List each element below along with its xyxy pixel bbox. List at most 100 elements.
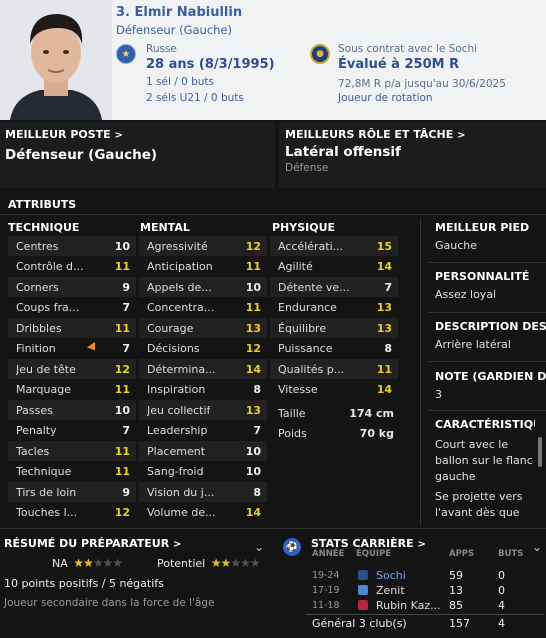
attribute-row[interactable]: Penalty 7 — [8, 421, 136, 441]
attribute-value: 11 — [245, 301, 261, 314]
attribute-label: Qualités p... — [278, 362, 345, 376]
attribute-row[interactable]: Leadership 7 — [139, 421, 267, 441]
attribute-row[interactable]: Contrôle d... 11 — [8, 257, 136, 277]
attribute-value: 11 — [245, 260, 261, 273]
player-nationality[interactable]: Russe — [146, 43, 177, 55]
attribute-label: Endurance — [278, 301, 337, 314]
chevron-right-icon: > — [457, 130, 466, 141]
contract-info[interactable]: Sous contrat avec le Sochi — [338, 43, 477, 55]
attribute-row[interactable]: Volume de... 14 — [139, 503, 267, 523]
attribute-value: 11 — [376, 362, 392, 376]
player-name[interactable]: 3. Elmir Nabiullin — [116, 5, 242, 20]
career-row[interactable]: 17-19 Zenit 13 0 — [312, 583, 542, 597]
attribute-value: 13 — [376, 301, 392, 314]
attribute-value: 9 — [122, 485, 130, 499]
attribute-value: 14 — [245, 506, 261, 519]
attribute-row[interactable]: Technique 11 — [8, 462, 136, 482]
attribute-label: Tacles — [16, 444, 50, 458]
attribute-row[interactable]: Passes 10 — [8, 400, 136, 420]
club-badge-icon[interactable]: ● — [310, 44, 330, 64]
traits-scrollbar[interactable] — [538, 437, 542, 467]
career-apps: 59 — [449, 568, 463, 582]
height-label: Taille — [278, 406, 306, 420]
attribute-row[interactable]: Qualités p... 11 — [270, 359, 398, 379]
attribute-row[interactable]: Jeu collectif 13 — [139, 400, 267, 420]
attribute-row[interactable]: Équilibre 13 — [270, 318, 398, 338]
attribute-row[interactable]: Inspiration 8 — [139, 380, 267, 400]
attribute-row[interactable]: Dribbles 11 — [8, 318, 136, 338]
attribute-row[interactable]: Vitesse 14 — [270, 380, 398, 400]
career-team[interactable]: Rubin Kaz... — [376, 599, 441, 612]
attribute-value: 10 — [114, 403, 130, 417]
attribute-row[interactable]: Agilité 14 — [270, 257, 398, 277]
attribute-row[interactable]: Appels de... 10 — [139, 277, 267, 297]
best-foot-value: Gauche — [435, 239, 478, 252]
attribute-row[interactable]: Centres 10 — [8, 236, 136, 256]
best-role-panel[interactable]: MEILLEURS RÔLE ET TÂCHE > Latéral offens… — [279, 122, 546, 188]
attribute-row[interactable]: Accélérati... 15 — [270, 236, 398, 256]
attribute-row[interactable]: Agressivité 12 — [139, 236, 267, 256]
attribute-row[interactable]: Détermina... 14 — [139, 359, 267, 379]
attribute-row[interactable]: Jeu de tête 12 — [8, 359, 136, 379]
best-position-panel[interactable]: MEILLEUR POSTE > Défenseur (Gauche) — [0, 122, 275, 188]
best-position-value: Défenseur (Gauche) — [5, 147, 158, 163]
attribute-row[interactable]: Anticipation 11 — [139, 257, 267, 277]
traits-title: CARACTÉRISTIQU... — [435, 418, 535, 431]
player-header: 3. Elmir Nabiullin Défenseur (Gauche) ★ … — [0, 0, 546, 120]
attribute-row[interactable]: Vision du j... 8 — [139, 482, 267, 502]
attribute-row[interactable]: Tacles 11 — [8, 441, 136, 461]
star-rating-icon: ★★ — [210, 556, 231, 570]
trait-item: Se projette vers l'avant dès que — [435, 490, 523, 519]
attribute-row[interactable]: Décisions 12 — [139, 339, 267, 359]
attribute-row[interactable]: Touches l... 12 — [8, 503, 136, 523]
chevron-down-icon[interactable]: ⌄ — [532, 540, 542, 554]
coach-note: Joueur secondaire dans la force de l'âge — [4, 597, 215, 609]
career-team[interactable]: Sochi — [376, 569, 406, 582]
attribute-row[interactable]: Puissance 8 — [270, 339, 398, 359]
attribute-row[interactable]: Concentra... 11 — [139, 298, 267, 318]
career-row[interactable]: 19-24 Sochi 59 0 — [312, 568, 542, 582]
attribute-row[interactable]: Endurance 13 — [270, 298, 398, 318]
attribute-label: Agilité — [278, 260, 313, 273]
attribute-value: 14 — [376, 260, 392, 273]
height-row: Taille 174 cm — [270, 403, 400, 423]
attribute-value: 12 — [245, 342, 261, 355]
attribute-label: Volume de... — [147, 506, 216, 519]
coach-report-header[interactable]: RÉSUMÉ DU PRÉPARATEUR > — [4, 537, 181, 550]
attribute-row[interactable]: Placement 10 — [139, 441, 267, 461]
attribute-row[interactable]: Détente ve... 7 — [270, 277, 398, 297]
attribute-row[interactable]: Corners 9 — [8, 277, 136, 297]
attribute-label: Vitesse — [278, 383, 318, 396]
attribute-value: 9 — [122, 280, 130, 294]
career-goals: 0 — [498, 583, 505, 597]
attribute-label: Passes — [16, 403, 53, 417]
attribute-row[interactable]: Finition 7 — [8, 339, 136, 359]
team-header: ÉQUIPE — [356, 549, 392, 559]
attribute-row[interactable]: Sang-froid 10 — [139, 462, 267, 482]
attribute-row[interactable]: Marquage 11 — [8, 380, 136, 400]
career-total-row: Général 3 club(s) 157 4 — [312, 616, 542, 630]
attribute-value: 8 — [384, 342, 392, 355]
best-foot: MEILLEUR PIED Gauche — [435, 221, 546, 252]
career-row[interactable]: 11-18 Rubin Kaz... 85 4 — [312, 598, 542, 612]
attribute-row[interactable]: Coups fra... 7 — [8, 298, 136, 318]
attribute-value: 13 — [376, 321, 392, 335]
coach-report-title: RÉSUMÉ DU PRÉPARATEUR — [4, 537, 170, 550]
attribute-label: Centres — [16, 239, 59, 253]
attribute-value: 8 — [253, 383, 261, 396]
career-team[interactable]: Zenit — [376, 584, 405, 597]
player-value: Évalué à 250M R — [338, 57, 460, 72]
player-wage: 72,8M R p/a jusqu'au 30/6/2025 — [338, 78, 506, 90]
attribute-label: Dribbles — [16, 321, 62, 335]
nation-flag-icon[interactable]: ★ — [116, 44, 136, 64]
star-rating-icon: ★★★ — [230, 556, 260, 570]
goals-header: BUTS — [498, 549, 524, 559]
coach-summary: 10 points positifs / 5 négatifs — [4, 577, 164, 590]
attribute-row[interactable]: Courage 13 — [139, 318, 267, 338]
chevron-down-icon[interactable]: ⌄ — [254, 540, 264, 554]
best-role-value: Latéral offensif — [285, 144, 401, 160]
attribute-row[interactable]: Tirs de loin 9 — [8, 482, 136, 502]
attribute-label: Vision du j... — [147, 485, 215, 499]
trait-item: Court avec le ballon sur le flanc gauche — [435, 438, 533, 483]
divider — [0, 214, 546, 215]
